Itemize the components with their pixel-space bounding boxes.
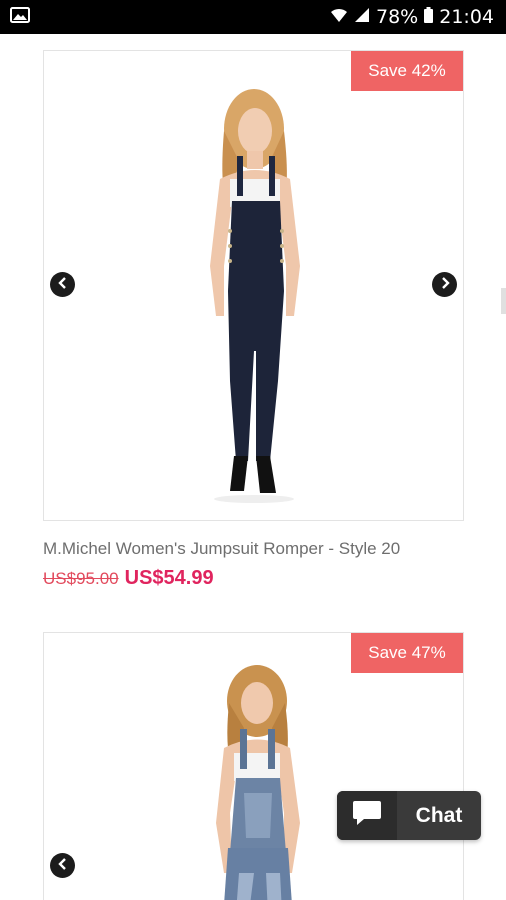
chat-icon-wrap <box>337 791 397 840</box>
gallery-icon <box>10 6 30 28</box>
chat-button[interactable]: Chat <box>337 791 481 840</box>
carousel-prev-button[interactable] <box>50 853 75 878</box>
chevron-left-icon <box>57 857 68 875</box>
wifi-icon <box>330 7 348 27</box>
chevron-left-icon <box>57 276 68 294</box>
battery-icon <box>424 7 434 27</box>
chat-bubble-icon <box>352 799 382 832</box>
status-right: 78% 21:04 <box>330 7 494 27</box>
save-badge: Save 42% <box>351 51 463 91</box>
product-image-carousel[interactable]: Save 47% <box>43 632 464 900</box>
original-price: US$95.00 <box>43 569 119 588</box>
product-list: Save 42% M.Michel Women's Jumpsuit Rompe… <box>0 34 506 900</box>
clock: 21:04 <box>439 5 494 28</box>
sale-price: US$54.99 <box>124 567 214 589</box>
status-bar: 78% 21:04 <box>0 0 506 34</box>
carousel-prev-button[interactable] <box>50 272 75 297</box>
product-card[interactable]: Save 42% M.Michel Women's Jumpsuit Rompe… <box>43 50 464 590</box>
scroll-indicator[interactable] <box>501 288 506 314</box>
signal-icon <box>354 7 370 27</box>
save-badge: Save 47% <box>351 633 463 673</box>
price-row: US$95.00 US$54.99 <box>43 567 464 590</box>
product-image <box>210 89 300 503</box>
chat-label: Chat <box>415 803 463 827</box>
product-title[interactable]: M.Michel Women's Jumpsuit Romper - Style… <box>43 539 464 559</box>
product-image-carousel[interactable]: Save 42% <box>43 50 464 521</box>
status-left <box>10 6 30 28</box>
carousel-next-button[interactable] <box>432 272 457 297</box>
battery-level: 78% <box>376 5 419 28</box>
product-image <box>216 665 300 900</box>
chevron-right-icon <box>440 276 450 294</box>
product-card[interactable]: Save 47% <box>43 632 464 900</box>
